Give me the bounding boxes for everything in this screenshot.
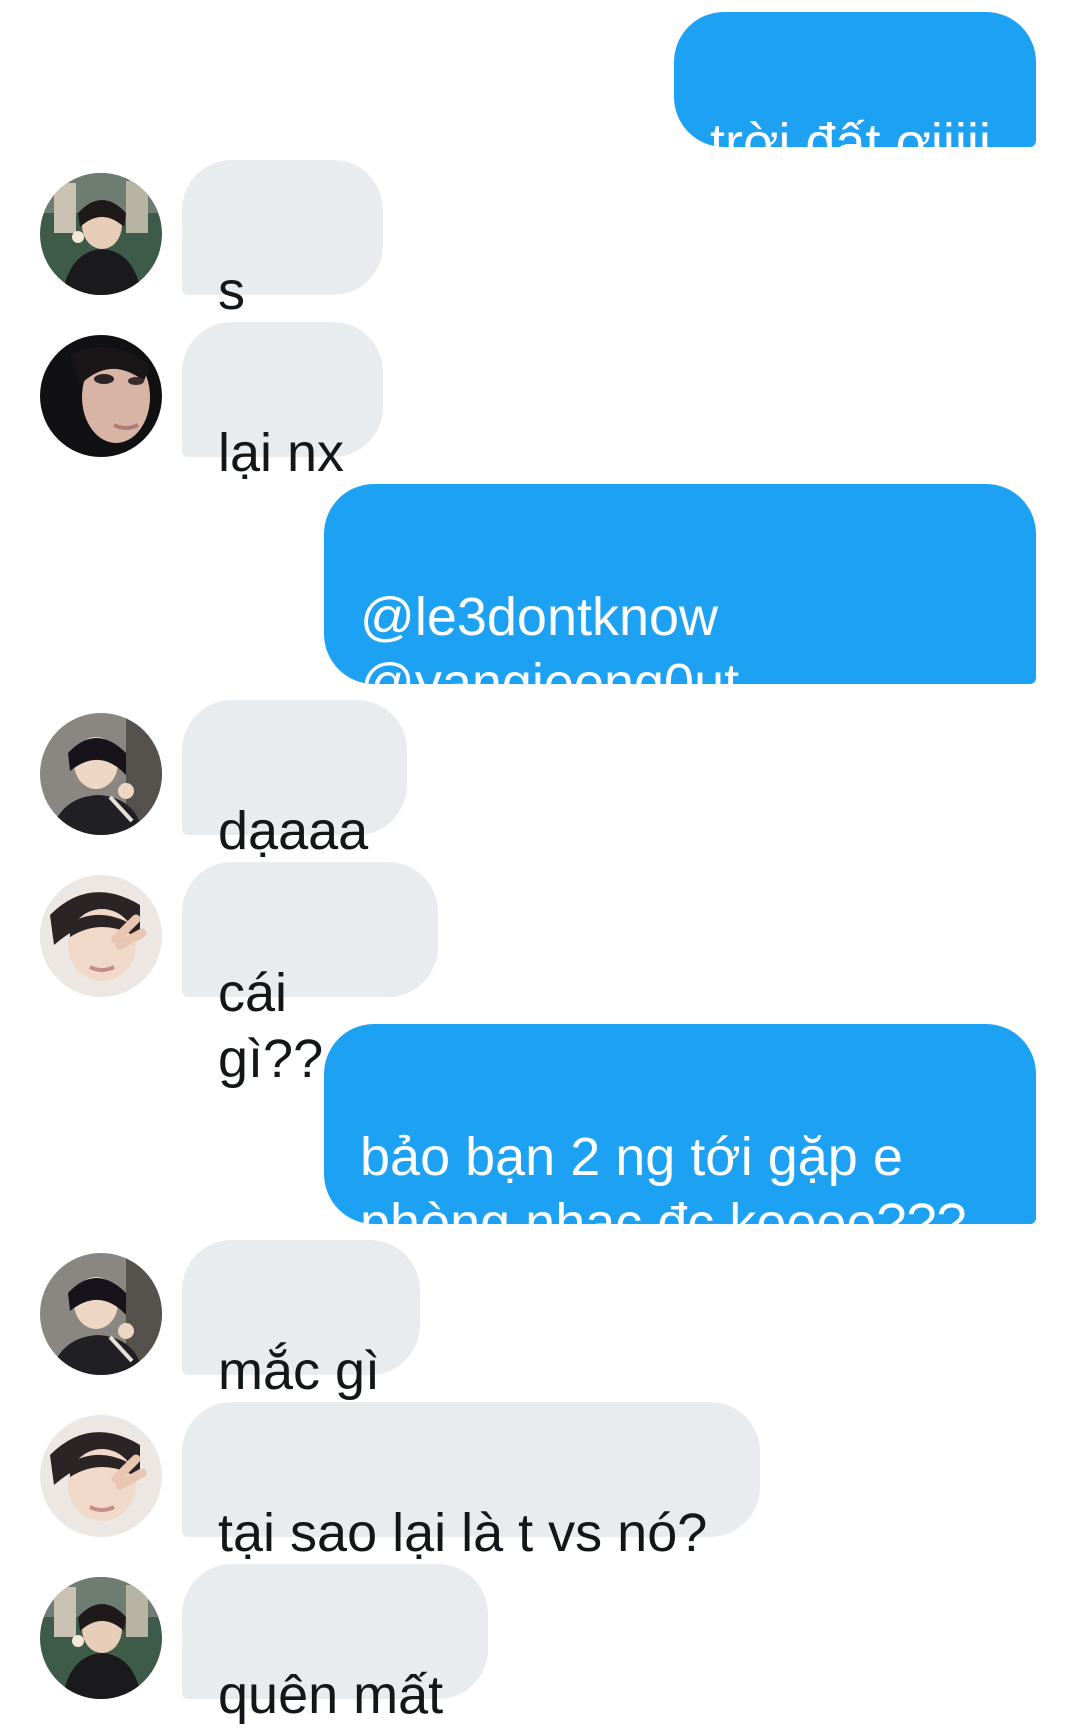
avatar[interactable]	[40, 1577, 162, 1699]
incoming-message-bubble[interactable]: cái gì??	[182, 862, 438, 1089]
avatar[interactable]	[40, 335, 162, 457]
incoming-message-bubble[interactable]: quên mất	[182, 1564, 488, 1725]
message-text: bảo bạn 2 ng tới gặp e phòng nhạc đc koo…	[360, 1127, 967, 1253]
message-text: dạaaa	[218, 801, 369, 861]
incoming-message-bubble[interactable]: tại sao lại là t vs nó?	[182, 1402, 760, 1563]
message-row: mắc gì	[0, 1240, 1080, 1401]
message-text: quên mất	[218, 1665, 444, 1725]
avatar-photo-icon	[40, 1253, 162, 1375]
incoming-message-bubble[interactable]: dạaaa	[182, 700, 407, 861]
message-text: mắc gì	[218, 1341, 381, 1401]
message-row: trời đất ơiiiii	[0, 12, 1080, 173]
avatar[interactable]	[40, 713, 162, 835]
outgoing-message-bubble[interactable]: bảo bạn 2 ng tới gặp e phòng nhạc đc koo…	[324, 1024, 1036, 1253]
message-row: tại sao lại là t vs nó?	[0, 1402, 1080, 1563]
message-row: @le3dontknow @yangjeong0ut	[0, 484, 1080, 713]
avatar-photo-icon	[40, 1415, 162, 1537]
message-row: cái gì??	[0, 862, 1080, 1089]
message-row: dạaaa	[0, 700, 1080, 861]
avatar[interactable]	[40, 1415, 162, 1537]
message-text: @le3dontknow @yangjeong0ut	[360, 587, 740, 713]
incoming-message-bubble[interactable]: lại nx	[182, 322, 383, 483]
incoming-message-bubble[interactable]: mắc gì	[182, 1240, 420, 1401]
message-row: quên mất	[0, 1564, 1080, 1725]
avatar[interactable]	[40, 875, 162, 997]
avatar[interactable]	[40, 173, 162, 295]
outgoing-message-bubble[interactable]: trời đất ơiiiii	[674, 12, 1036, 173]
message-row: bảo bạn 2 ng tới gặp e phòng nhạc đc koo…	[0, 1024, 1080, 1253]
message-text: tại sao lại là t vs nó?	[218, 1503, 708, 1563]
avatar[interactable]	[40, 1253, 162, 1375]
message-row: lại nx	[0, 322, 1080, 483]
message-row: s đấy	[0, 160, 1080, 387]
avatar-photo-icon	[40, 875, 162, 997]
avatar-photo-icon	[40, 173, 162, 295]
message-text: lại nx	[218, 423, 345, 483]
avatar-photo-icon	[40, 335, 162, 457]
outgoing-message-bubble[interactable]: @le3dontknow @yangjeong0ut	[324, 484, 1036, 713]
avatar-photo-icon	[40, 713, 162, 835]
incoming-message-bubble[interactable]: s đấy	[182, 160, 383, 387]
avatar-photo-icon	[40, 1577, 162, 1699]
